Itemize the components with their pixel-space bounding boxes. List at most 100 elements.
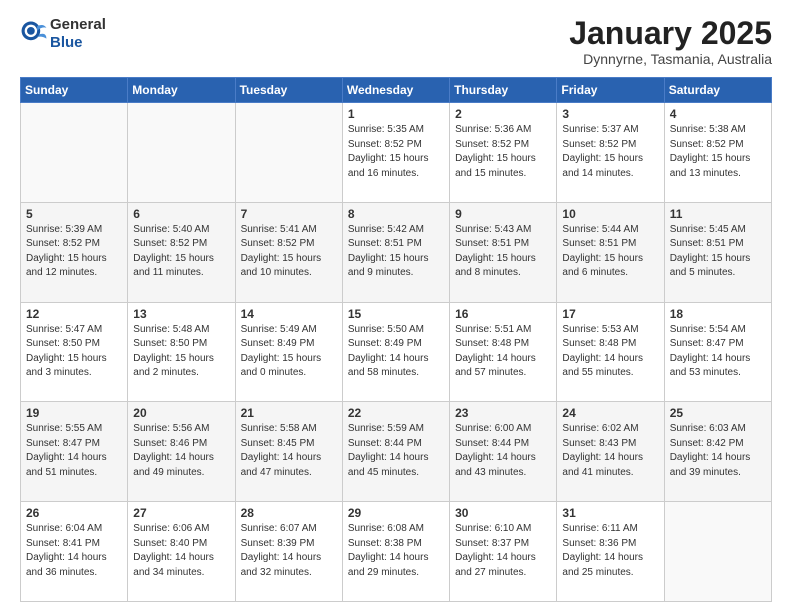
daylight-text: Daylight: 15 hours and 5 minutes. xyxy=(670,253,751,279)
day-info: Sunrise: 5:59 AM Sunset: 8:44 PM Dayligh… xyxy=(348,422,444,480)
sunset-text: Sunset: 8:44 PM xyxy=(455,438,529,449)
sunset-text: Sunset: 8:36 PM xyxy=(562,538,636,549)
sunrise-text: Sunrise: 6:02 AM xyxy=(562,423,638,434)
daylight-text: Daylight: 14 hours and 25 minutes. xyxy=(562,552,643,578)
calendar-cell xyxy=(664,502,771,602)
daylight-text: Daylight: 14 hours and 53 minutes. xyxy=(670,353,751,379)
calendar-cell: 15 Sunrise: 5:50 AM Sunset: 8:49 PM Dayl… xyxy=(342,302,449,402)
calendar-cell: 4 Sunrise: 5:38 AM Sunset: 8:52 PM Dayli… xyxy=(664,103,771,203)
day-info: Sunrise: 6:03 AM Sunset: 8:42 PM Dayligh… xyxy=(670,422,766,480)
day-number: 17 xyxy=(562,307,658,321)
daylight-text: Daylight: 14 hours and 57 minutes. xyxy=(455,353,536,379)
sunset-text: Sunset: 8:42 PM xyxy=(670,438,744,449)
daylight-text: Daylight: 15 hours and 9 minutes. xyxy=(348,253,429,279)
day-number: 23 xyxy=(455,406,551,420)
daylight-text: Daylight: 15 hours and 0 minutes. xyxy=(241,353,322,379)
sunset-text: Sunset: 8:52 PM xyxy=(562,139,636,150)
day-info: Sunrise: 6:11 AM Sunset: 8:36 PM Dayligh… xyxy=(562,522,658,580)
day-number: 13 xyxy=(133,307,229,321)
sunset-text: Sunset: 8:51 PM xyxy=(562,238,636,249)
sunrise-text: Sunrise: 5:36 AM xyxy=(455,124,531,135)
day-number: 2 xyxy=(455,107,551,121)
sunrise-text: Sunrise: 5:40 AM xyxy=(133,224,209,235)
calendar-cell: 9 Sunrise: 5:43 AM Sunset: 8:51 PM Dayli… xyxy=(450,202,557,302)
day-number: 24 xyxy=(562,406,658,420)
calendar-week-row: 5 Sunrise: 5:39 AM Sunset: 8:52 PM Dayli… xyxy=(21,202,772,302)
day-info: Sunrise: 5:58 AM Sunset: 8:45 PM Dayligh… xyxy=(241,422,337,480)
sunset-text: Sunset: 8:39 PM xyxy=(241,538,315,549)
day-info: Sunrise: 6:04 AM Sunset: 8:41 PM Dayligh… xyxy=(26,522,122,580)
calendar-cell: 23 Sunrise: 6:00 AM Sunset: 8:44 PM Dayl… xyxy=(450,402,557,502)
day-info: Sunrise: 5:35 AM Sunset: 8:52 PM Dayligh… xyxy=(348,123,444,181)
day-number: 7 xyxy=(241,207,337,221)
sunrise-text: Sunrise: 6:03 AM xyxy=(670,423,746,434)
sunset-text: Sunset: 8:43 PM xyxy=(562,438,636,449)
calendar-cell: 13 Sunrise: 5:48 AM Sunset: 8:50 PM Dayl… xyxy=(128,302,235,402)
sunset-text: Sunset: 8:51 PM xyxy=(670,238,744,249)
day-info: Sunrise: 6:07 AM Sunset: 8:39 PM Dayligh… xyxy=(241,522,337,580)
day-info: Sunrise: 5:39 AM Sunset: 8:52 PM Dayligh… xyxy=(26,223,122,281)
sunrise-text: Sunrise: 5:59 AM xyxy=(348,423,424,434)
sunset-text: Sunset: 8:40 PM xyxy=(133,538,207,549)
calendar-week-row: 12 Sunrise: 5:47 AM Sunset: 8:50 PM Dayl… xyxy=(21,302,772,402)
sunrise-text: Sunrise: 5:41 AM xyxy=(241,224,317,235)
sunset-text: Sunset: 8:52 PM xyxy=(670,139,744,150)
daylight-text: Daylight: 14 hours and 39 minutes. xyxy=(670,452,751,478)
calendar-cell: 22 Sunrise: 5:59 AM Sunset: 8:44 PM Dayl… xyxy=(342,402,449,502)
logo-general-text: General xyxy=(50,16,106,34)
daylight-text: Daylight: 14 hours and 32 minutes. xyxy=(241,552,322,578)
sunrise-text: Sunrise: 5:56 AM xyxy=(133,423,209,434)
month-title: January 2025 xyxy=(569,16,772,51)
day-number: 27 xyxy=(133,506,229,520)
sunset-text: Sunset: 8:37 PM xyxy=(455,538,529,549)
sunrise-text: Sunrise: 6:00 AM xyxy=(455,423,531,434)
calendar-cell: 28 Sunrise: 6:07 AM Sunset: 8:39 PM Dayl… xyxy=(235,502,342,602)
logo-icon xyxy=(20,20,48,48)
daylight-text: Daylight: 14 hours and 41 minutes. xyxy=(562,452,643,478)
calendar-cell: 29 Sunrise: 6:08 AM Sunset: 8:38 PM Dayl… xyxy=(342,502,449,602)
sunrise-text: Sunrise: 5:53 AM xyxy=(562,324,638,335)
daylight-text: Daylight: 15 hours and 13 minutes. xyxy=(670,153,751,179)
daylight-text: Daylight: 15 hours and 12 minutes. xyxy=(26,253,107,279)
daylight-text: Daylight: 15 hours and 11 minutes. xyxy=(133,253,214,279)
sunset-text: Sunset: 8:52 PM xyxy=(133,238,207,249)
sunset-text: Sunset: 8:49 PM xyxy=(241,338,315,349)
daylight-text: Daylight: 14 hours and 43 minutes. xyxy=(455,452,536,478)
sunset-text: Sunset: 8:50 PM xyxy=(26,338,100,349)
sunrise-text: Sunrise: 5:51 AM xyxy=(455,324,531,335)
day-number: 8 xyxy=(348,207,444,221)
day-number: 16 xyxy=(455,307,551,321)
sunrise-text: Sunrise: 5:45 AM xyxy=(670,224,746,235)
calendar-cell: 24 Sunrise: 6:02 AM Sunset: 8:43 PM Dayl… xyxy=(557,402,664,502)
calendar-week-row: 26 Sunrise: 6:04 AM Sunset: 8:41 PM Dayl… xyxy=(21,502,772,602)
daylight-text: Daylight: 14 hours and 55 minutes. xyxy=(562,353,643,379)
daylight-text: Daylight: 15 hours and 15 minutes. xyxy=(455,153,536,179)
calendar-cell: 19 Sunrise: 5:55 AM Sunset: 8:47 PM Dayl… xyxy=(21,402,128,502)
weekday-header-sunday: Sunday xyxy=(21,78,128,103)
calendar-cell: 10 Sunrise: 5:44 AM Sunset: 8:51 PM Dayl… xyxy=(557,202,664,302)
day-info: Sunrise: 6:08 AM Sunset: 8:38 PM Dayligh… xyxy=(348,522,444,580)
day-number: 31 xyxy=(562,506,658,520)
sunrise-text: Sunrise: 5:47 AM xyxy=(26,324,102,335)
daylight-text: Daylight: 15 hours and 6 minutes. xyxy=(562,253,643,279)
day-info: Sunrise: 6:10 AM Sunset: 8:37 PM Dayligh… xyxy=(455,522,551,580)
calendar-week-row: 1 Sunrise: 5:35 AM Sunset: 8:52 PM Dayli… xyxy=(21,103,772,203)
logo: General Blue xyxy=(20,16,106,52)
sunrise-text: Sunrise: 5:55 AM xyxy=(26,423,102,434)
sunrise-text: Sunrise: 5:54 AM xyxy=(670,324,746,335)
daylight-text: Daylight: 15 hours and 10 minutes. xyxy=(241,253,322,279)
sunrise-text: Sunrise: 6:08 AM xyxy=(348,523,424,534)
daylight-text: Daylight: 14 hours and 47 minutes. xyxy=(241,452,322,478)
day-info: Sunrise: 6:00 AM Sunset: 8:44 PM Dayligh… xyxy=(455,422,551,480)
sunset-text: Sunset: 8:52 PM xyxy=(26,238,100,249)
sunset-text: Sunset: 8:51 PM xyxy=(348,238,422,249)
title-block: January 2025 Dynnyrne, Tasmania, Austral… xyxy=(569,16,772,67)
calendar-week-row: 19 Sunrise: 5:55 AM Sunset: 8:47 PM Dayl… xyxy=(21,402,772,502)
sunrise-text: Sunrise: 5:44 AM xyxy=(562,224,638,235)
weekday-header-saturday: Saturday xyxy=(664,78,771,103)
calendar-cell: 7 Sunrise: 5:41 AM Sunset: 8:52 PM Dayli… xyxy=(235,202,342,302)
sunset-text: Sunset: 8:45 PM xyxy=(241,438,315,449)
day-info: Sunrise: 5:38 AM Sunset: 8:52 PM Dayligh… xyxy=(670,123,766,181)
day-number: 5 xyxy=(26,207,122,221)
calendar-cell: 3 Sunrise: 5:37 AM Sunset: 8:52 PM Dayli… xyxy=(557,103,664,203)
